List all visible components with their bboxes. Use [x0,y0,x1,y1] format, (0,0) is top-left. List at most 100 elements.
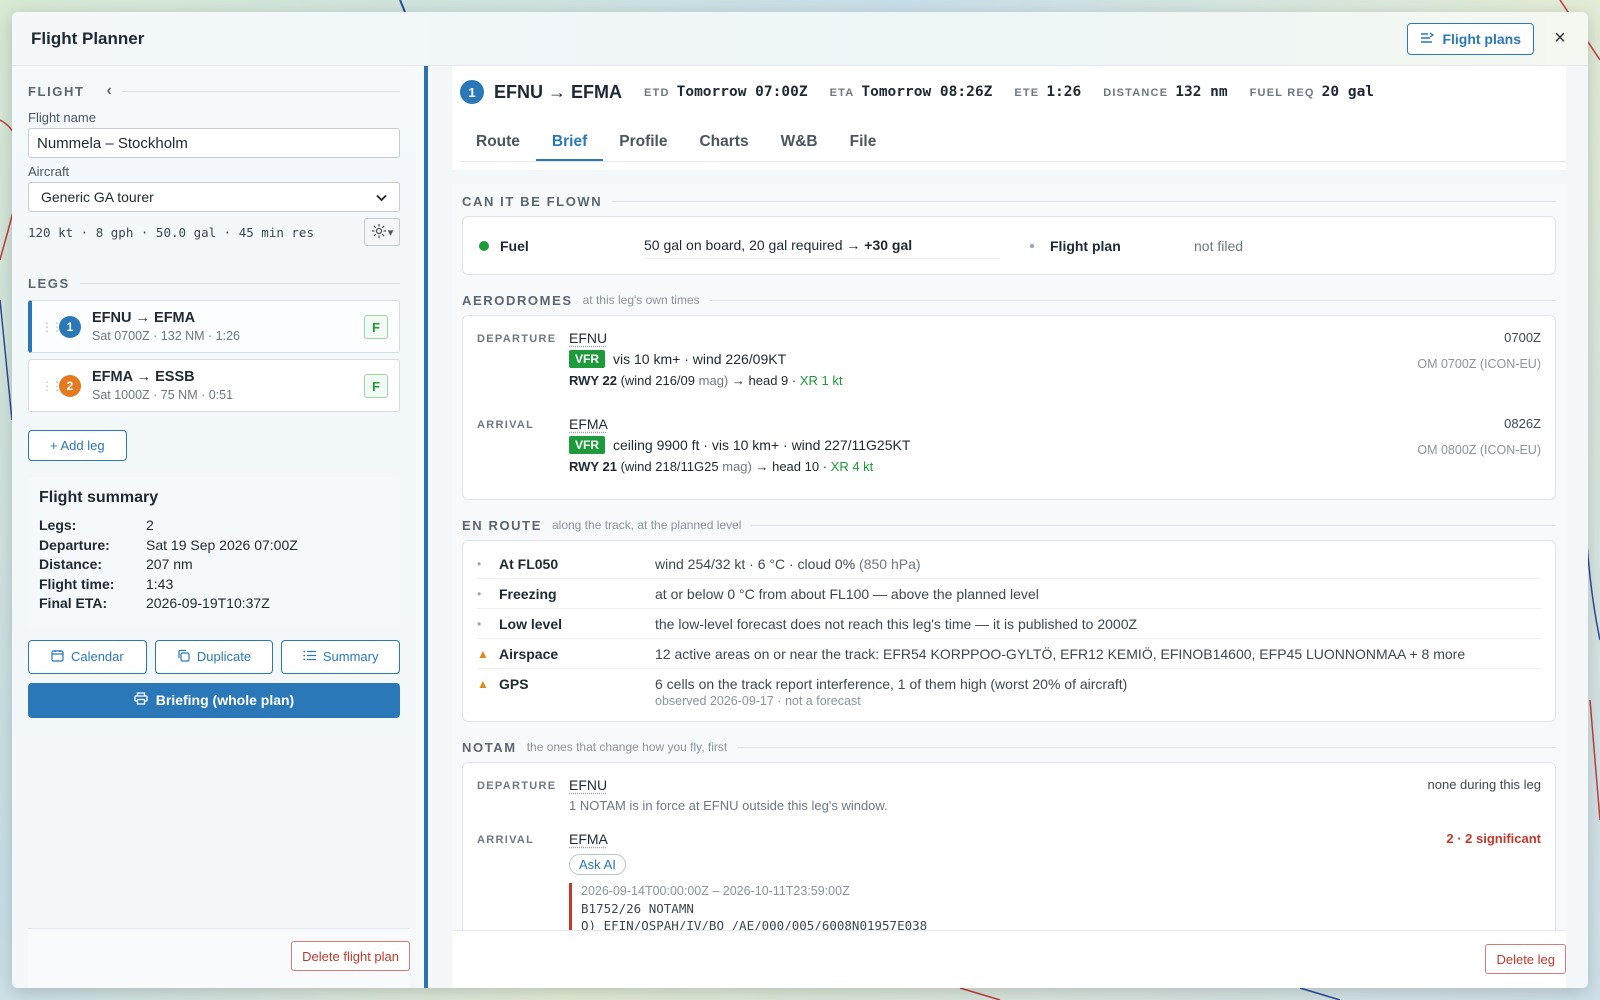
aerodrome-time: 0826Z OM 0800Z (ICON-EU) [1417,416,1541,457]
en-route-row: • Low level the low-level forecast does … [477,609,1541,639]
tab-wb[interactable]: W&B [765,124,834,161]
panel-header: Flight Planner Flight plans × [12,12,1588,66]
en-route-card: • At FL050 wind 254/32 kt · 6 °C · cloud… [462,540,1556,722]
add-leg-button[interactable]: + Add leg [28,430,127,461]
notam-note: 1 NOTAM is in force at EFNU outside this… [569,798,888,813]
aircraft-value: Generic GA tourer [41,189,154,205]
bullet-icon [1030,243,1034,248]
notam-section-header: NOTAM the ones that change how you fly, … [462,738,1556,756]
flight-plan-status: not filed [1194,237,1244,254]
flight-section-header: FLIGHT ‹ [28,82,400,100]
weather-summary: vis 10 km+ · wind 226/09KT [613,351,787,367]
tab-route[interactable]: Route [460,124,536,161]
calendar-button[interactable]: Calendar [28,639,147,674]
aerodrome-icao[interactable]: EFMA [569,416,608,432]
list-plane-icon [1420,31,1435,47]
drag-handle-icon[interactable]: ⋮⋮ [41,320,63,334]
can-fly-section-header: CAN IT BE FLOWN [462,192,1556,210]
en-route-row: • At FL050 wind 254/32 kt · 6 °C · cloud… [477,549,1541,579]
leg-card[interactable]: ⋮⋮ 1 EFNU → EFMA Sat 0700Z · 132 NM · 1:… [28,300,400,353]
aerodrome-icao[interactable]: EFNU [569,330,607,346]
bullet-icon: • [477,587,482,601]
distance-stat: DISTANCE 132 nm [1103,84,1228,100]
flight-plans-label: Flight plans [1442,30,1521,47]
leg-subtitle: Sat 0700Z · 132 NM · 1:26 [92,329,240,343]
copy-icon [177,649,190,665]
brief-content[interactable]: CAN IT BE FLOWN Fuel 50 gal on board, 20… [452,184,1566,930]
warning-triangle-icon: ▲ [477,677,489,691]
aero-label: DEPARTURE [477,333,557,345]
arrival-notams: ARRIVAL EFMA Ask AI 2026-09-14T00:00:00Z… [463,821,1555,930]
collapse-chevron-icon[interactable]: ‹ [107,82,112,100]
leg-number-badge: 1 [460,80,484,104]
aero-label: ARRIVAL [477,834,535,846]
flight-name-label: Flight name [28,110,96,125]
en-route-section-header: EN ROUTE along the track, at the planned… [462,516,1556,534]
flight-planner-panel: Flight Planner Flight plans × FLIGHT ‹ F… [12,12,1588,988]
leg-header: 1 EFNU → EFMA ETD Tomorrow 07:00Z ETA Tomo… [460,80,1396,104]
summary-row: Departure: Sat 19 Sep 2026 07:00Z [39,536,298,553]
can-fly-card: Fuel 50 gal on board, 20 gal required → … [462,216,1556,275]
aerodromes-card: DEPARTURE EFNU VFR vis 10 km+ · wind 226/… [462,315,1556,500]
drag-handle-icon[interactable]: ⋮⋮ [41,379,63,393]
weather-summary: ceiling 9900 ft · vis 10 km+ · wind 227/… [613,437,911,453]
section-title: AERODROMES [462,292,573,308]
en-route-row: • Freezing at or below 0 °C from about F… [477,579,1541,609]
arrival-aerodrome: ARRIVAL EFMA VFR ceiling 9900 ft · vis 10… [463,406,1555,496]
ask-ai-button[interactable]: Ask AI [569,854,626,875]
calendar-label: Calendar [70,649,124,664]
aircraft-select[interactable]: Generic GA tourer [28,182,400,212]
close-icon[interactable]: × [1550,27,1570,50]
aero-label: ARRIVAL [477,419,535,431]
flight-category-badge: VFR [569,436,605,454]
en-route-row: ▲ Airspace 12 active areas on or near th… [477,639,1541,669]
bullet-icon: • [477,617,482,631]
gear-icon [371,223,387,242]
leg-number-badge: 2 [59,374,81,397]
summary-label: Summary [322,649,379,664]
tab-profile[interactable]: Profile [603,124,683,161]
briefing-whole-plan-button[interactable]: Briefing (whole plan) [28,682,400,718]
flight-name-input[interactable]: Nummela – Stockholm [28,128,400,158]
tab-file[interactable]: File [834,124,893,161]
fuel-status: 50 gal on board, 20 gal required → +30 g… [644,232,1000,259]
flight-summary: Flight summary Legs: 2 Departure: Sat 19 S… [28,477,400,628]
section-title: CAN IT BE FLOWN [462,193,603,209]
departure-notams: DEPARTURE EFNU 1 NOTAM is in force at EF… [463,763,1555,821]
aerodromes-section-header: AERODROMES at this leg's own times [462,291,1556,309]
flight-plan-name: Flight plan [1050,237,1121,254]
leg-subtitle: Sat 1000Z · 75 NM · 0:51 [92,388,234,402]
notam-status: 2 · 2 significant [1446,831,1541,846]
chevron-down-icon [376,189,387,205]
leg-flight-category-badge: F [364,315,388,339]
leg-card[interactable]: ⋮⋮ 2 EFMA → ESSB Sat 1000Z · 75 NM · 0:5… [28,359,400,412]
tab-brief[interactable]: Brief [535,124,604,161]
column-divider[interactable] [424,66,428,988]
notam-card: DEPARTURE EFNU 1 NOTAM is in force at EF… [462,762,1556,930]
aerodrome-icao[interactable]: EFNU [569,777,607,793]
duplicate-label: Duplicate [196,649,252,664]
duplicate-button[interactable]: Duplicate [154,639,274,674]
eta-stat: ETA Tomorrow 08:26Z [829,84,993,100]
caret-down-icon: ▾ [387,226,394,239]
flight-category-badge: VFR [569,350,605,368]
section-title: EN ROUTE [462,517,542,533]
tab-charts[interactable]: Charts [683,124,764,161]
delete-leg-button[interactable]: Delete leg [1485,944,1566,974]
delete-flight-plan-button[interactable]: Delete flight plan [291,941,410,971]
right-footer: Delete leg [452,930,1566,988]
summary-button[interactable]: Summary [281,639,401,674]
fuel-req-stat: FUEL REQ 20 gal [1249,84,1375,100]
section-subtitle: at this leg's own times [582,293,700,307]
aircraft-settings-button[interactable]: ▾ [364,218,400,246]
leg-number-badge: 1 [59,315,81,338]
leg-title: EFNU → EFMA [92,310,196,326]
warning-triangle-icon: ▲ [477,647,489,661]
flight-name-value: Nummela – Stockholm [37,134,188,152]
left-footer: Delete flight plan [28,928,410,988]
bullet-icon: • [477,557,482,571]
legs-heading: LEGS [28,276,70,291]
aerodrome-icao[interactable]: EFMA [569,831,608,847]
fuel-name: Fuel [500,237,529,254]
flight-plans-button[interactable]: Flight plans [1407,22,1534,55]
